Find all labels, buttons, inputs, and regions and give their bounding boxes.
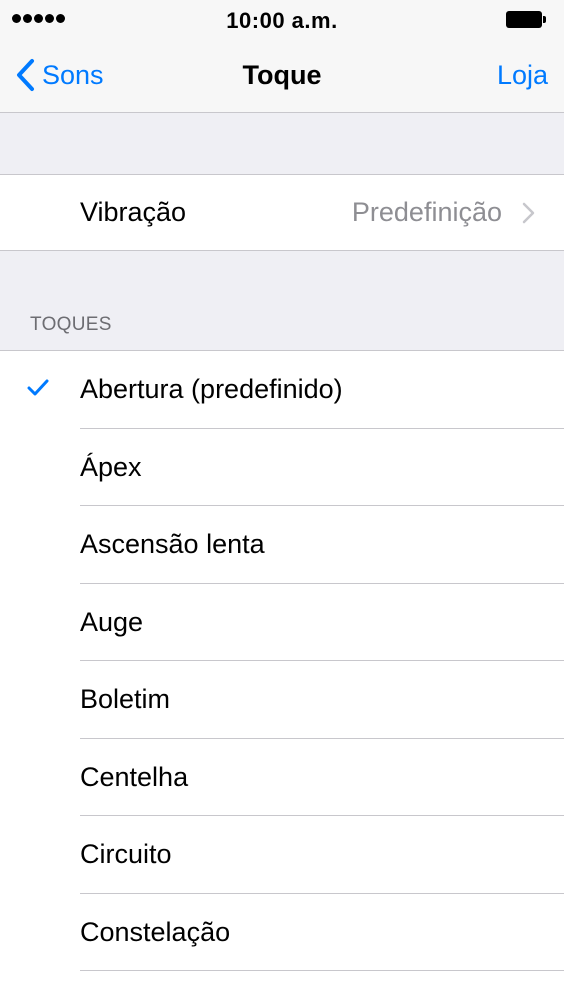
list-item[interactable]: Auge [0, 584, 564, 661]
list-item-label: Boletim [80, 684, 171, 714]
divider [80, 970, 564, 971]
list-item[interactable]: Constelação [0, 894, 564, 971]
vibration-label: Vibração [80, 197, 187, 227]
list-item-label: Auge [80, 606, 144, 637]
back-button-label: Sons [42, 59, 104, 90]
list-item[interactable]: Ascensão lenta [0, 506, 564, 584]
chevron-left-icon [17, 59, 34, 91]
list-item-label: Constelação [80, 916, 231, 947]
list-item[interactable]: Centelha [0, 739, 564, 816]
vibration-group: Vibração Predefinição [0, 174, 564, 251]
list-item[interactable]: Abertura (predefinido) [0, 351, 564, 429]
navigation-bar: Toque Sons Loja [0, 40, 564, 113]
ringtone-list: Abertura (predefinido) Ápex Ascensão len… [0, 350, 564, 1001]
status-bar: 10:00 a.m. [0, 0, 564, 40]
section-header-ringtones: TOQUES [30, 314, 112, 335]
status-time: 10:00 a.m. [226, 8, 338, 33]
list-item[interactable]: Circuito [0, 816, 564, 894]
vibration-value: Predefinição [351, 197, 502, 227]
list-item-label: Ápex [80, 451, 142, 482]
list-item[interactable]: Boletim [0, 661, 564, 739]
chevron-right-icon [522, 202, 535, 224]
store-button[interactable]: Loja [497, 40, 548, 110]
vibration-row[interactable]: Vibração Predefinição [0, 175, 564, 250]
list-item[interactable]: Ápex [0, 429, 564, 506]
checkmark-icon [27, 379, 49, 396]
battery-icon [506, 11, 546, 28]
list-item-label: Centelha [80, 761, 189, 792]
list-item-label: Abertura (predefinido) [80, 374, 343, 404]
list-item-label: Ascensão lenta [80, 529, 265, 559]
list-item-label: Circuito [80, 839, 172, 869]
back-button[interactable]: Sons [14, 40, 104, 110]
